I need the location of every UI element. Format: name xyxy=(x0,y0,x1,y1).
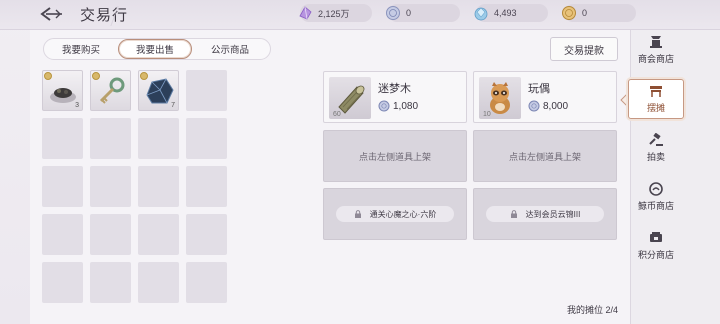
currency-value: 0 xyxy=(406,8,412,18)
sidebar-item-label: 商会商店 xyxy=(637,54,674,64)
stall-slot-item[interactable]: 60 迷梦木 1,080 xyxy=(323,71,467,123)
silver-coin-icon xyxy=(528,100,540,112)
item-name: 迷梦木 xyxy=(378,83,411,95)
unlock-requirement-label: 通关心魔之心·六阶 xyxy=(369,209,437,219)
item-level: 60 xyxy=(333,111,341,118)
stall-slot-empty[interactable]: 点击左侧道具上架 xyxy=(473,130,617,182)
auction-hammer-icon xyxy=(649,133,663,146)
silver-coin-icon xyxy=(378,100,390,112)
quality-badge xyxy=(140,72,148,80)
lock-icon xyxy=(510,210,517,218)
tab-buy[interactable]: 我要购买 xyxy=(44,39,118,59)
sidebar-item-label: 拍卖 xyxy=(646,152,665,162)
lock-icon xyxy=(354,210,361,218)
unlock-requirement-label: 达到会员云锦III xyxy=(525,209,581,219)
inventory-slot-empty[interactable] xyxy=(90,214,131,255)
stall-slot-item[interactable]: 10 玩偶 8,000 xyxy=(473,71,617,123)
currency-crystal[interactable]: 2,125万 xyxy=(299,4,372,22)
sidebar-item-label: 摆摊 xyxy=(646,103,665,113)
stall-slot-empty[interactable]: 点击左侧道具上架 xyxy=(323,130,467,182)
inventory-slot-empty[interactable] xyxy=(138,166,179,207)
item-thumb: 10 xyxy=(479,77,521,119)
inventory-slot-empty[interactable] xyxy=(42,118,83,159)
back-button[interactable] xyxy=(36,4,66,24)
inventory-slot-empty[interactable] xyxy=(186,118,227,159)
unlock-requirement: 达到会员云锦III xyxy=(486,206,604,222)
currency-value: 2,125万 xyxy=(318,8,350,19)
whale-coin-icon xyxy=(649,182,663,196)
gem-pile-icon xyxy=(474,7,488,21)
unlock-requirement: 通关心魔之心·六阶 xyxy=(336,206,454,222)
inventory-slot-empty[interactable] xyxy=(42,262,83,303)
item-price: 1,080 xyxy=(378,100,418,112)
quality-badge xyxy=(44,72,52,80)
stall-slot-locked[interactable]: 达到会员云锦III xyxy=(473,188,617,240)
inventory-slot-ore[interactable]: 7 xyxy=(138,70,179,111)
guild-shop-icon xyxy=(650,36,662,48)
sidebar-item-stall[interactable]: 摆摊 xyxy=(628,79,684,119)
sidebar-item-auction[interactable]: 拍卖 xyxy=(628,128,684,168)
trade-tabs: 我要购买 我要出售 公示商品 xyxy=(43,38,271,60)
inventory-slot-empty[interactable] xyxy=(138,262,179,303)
inventory-slot-empty[interactable] xyxy=(90,118,131,159)
tab-public-goods[interactable]: 公示商品 xyxy=(192,39,268,59)
item-level: 10 xyxy=(483,111,491,118)
price-value: 8,000 xyxy=(543,100,569,112)
inventory-slot-empty[interactable] xyxy=(186,166,227,207)
inventory-slot-key[interactable] xyxy=(90,70,131,111)
inventory-slot-empty[interactable] xyxy=(186,262,227,303)
currency-value: 0 xyxy=(582,8,588,18)
currency-gem-pile[interactable]: 4,493 xyxy=(474,4,548,22)
top-bar: 交易行 2,125万 0 4,493 0 xyxy=(0,0,720,30)
stall-slot-locked[interactable]: 通关心魔之心·六阶 xyxy=(323,188,467,240)
inventory-slot-empty[interactable] xyxy=(186,70,227,111)
inventory-slot-empty[interactable] xyxy=(42,166,83,207)
inventory-slot-empty[interactable] xyxy=(186,214,227,255)
inventory-slot-empty[interactable] xyxy=(138,118,179,159)
currency-value: 4,493 xyxy=(494,8,517,18)
empty-slot-hint: 点击左侧道具上架 xyxy=(358,151,431,162)
gold-coin-icon xyxy=(562,6,576,20)
tab-sell[interactable]: 我要出售 xyxy=(118,39,192,59)
currency-gold[interactable]: 0 xyxy=(562,4,636,22)
sidebar-item-points-shop[interactable]: 积分商店 xyxy=(628,226,684,266)
silver-coin-icon xyxy=(386,6,400,20)
item-thumb: 60 xyxy=(329,77,371,119)
inventory-slot-herb[interactable]: 3 xyxy=(42,70,83,111)
points-shop-icon xyxy=(650,232,662,242)
empty-slot-hint: 点击左侧道具上架 xyxy=(508,151,581,162)
item-qty: 3 xyxy=(75,102,79,109)
currency-silver[interactable]: 0 xyxy=(386,4,460,22)
quality-badge xyxy=(92,72,100,80)
item-name: 玩偶 xyxy=(528,83,550,95)
back-arrow-icon xyxy=(40,7,62,21)
my-stall-count: 我的摊位 2/4 xyxy=(566,305,618,315)
crystal-icon xyxy=(299,6,312,20)
withdraw-button[interactable]: 交易提款 xyxy=(550,37,618,61)
sidebar-item-whale-coin-shop[interactable]: 鲸币商店 xyxy=(628,177,684,217)
item-price: 8,000 xyxy=(528,100,568,112)
inventory-slot-empty[interactable] xyxy=(42,214,83,255)
sidebar-item-guild-shop[interactable]: 商会商店 xyxy=(628,30,684,70)
title-decoration xyxy=(110,6,152,26)
sidebar-item-label: 积分商店 xyxy=(637,250,674,260)
stall-icon xyxy=(650,86,662,97)
price-value: 1,080 xyxy=(393,100,419,112)
inventory-slot-empty[interactable] xyxy=(138,214,179,255)
inventory-slot-empty[interactable] xyxy=(90,262,131,303)
sidebar-item-label: 鲸币商店 xyxy=(637,201,674,211)
item-qty: 7 xyxy=(171,102,175,109)
inventory-slot-empty[interactable] xyxy=(90,166,131,207)
